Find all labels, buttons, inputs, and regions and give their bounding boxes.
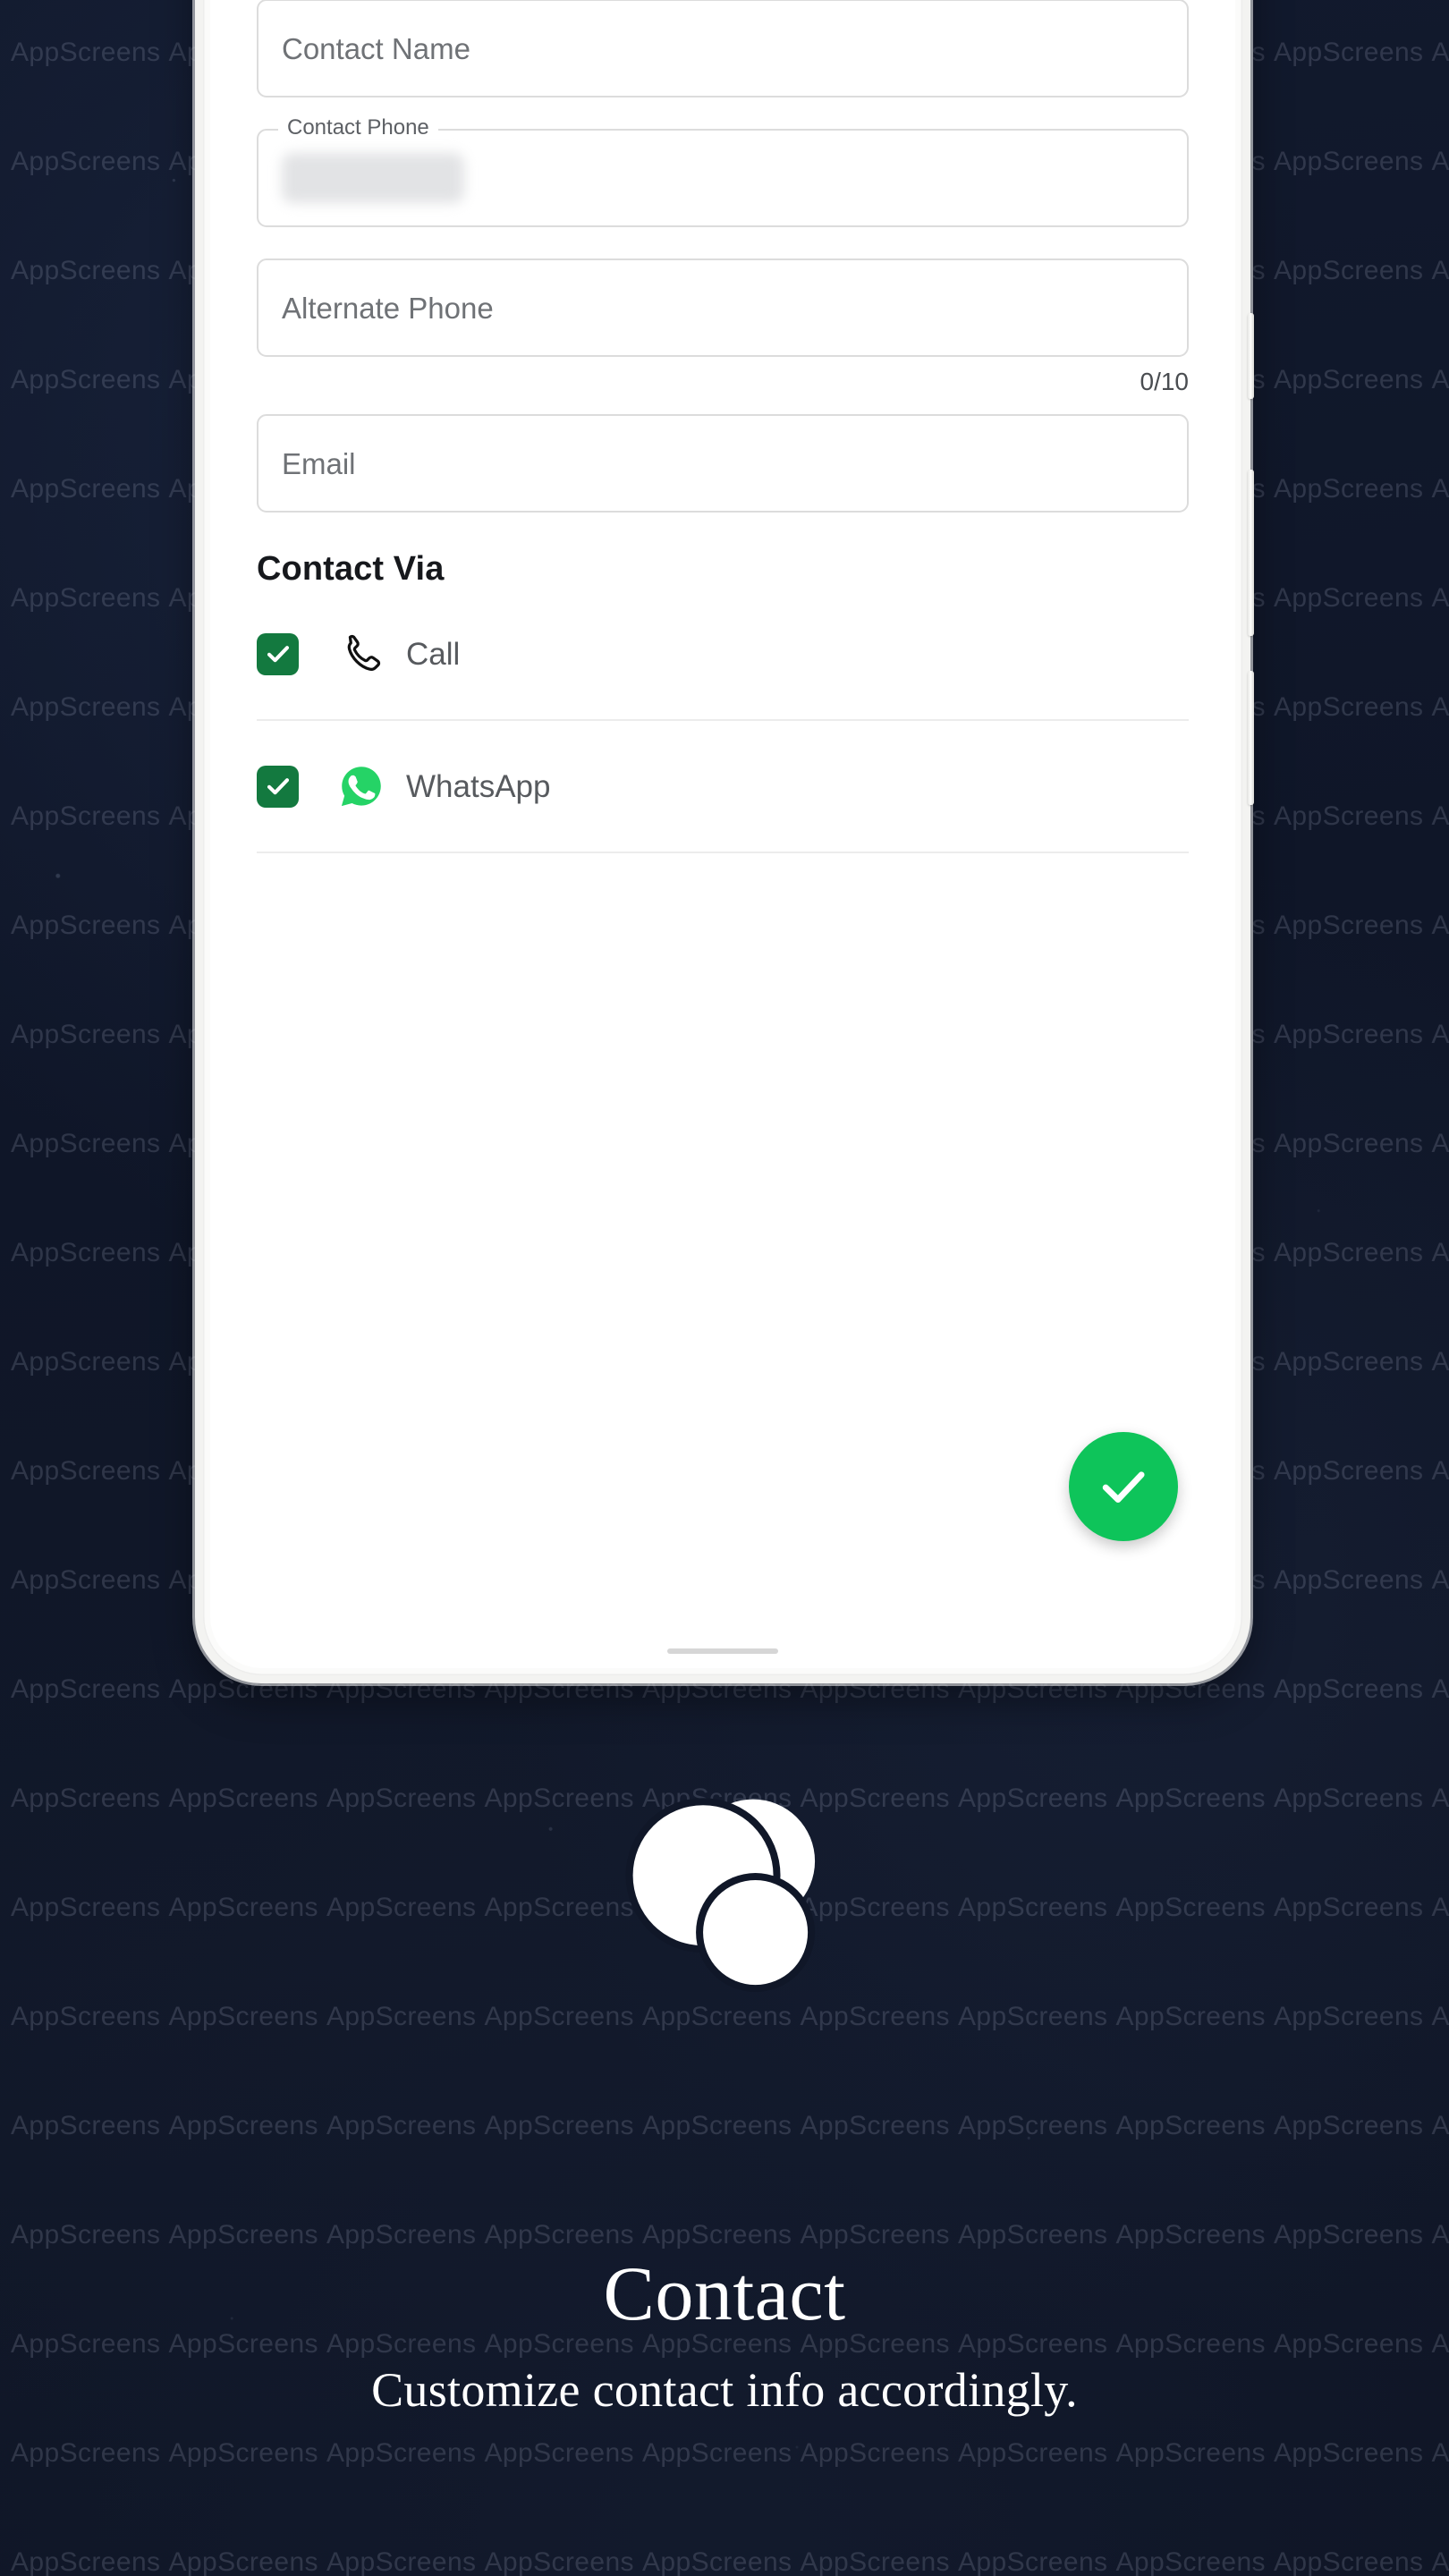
whatsapp-label: WhatsApp <box>406 768 551 804</box>
contact-via-option-call[interactable]: Call <box>257 589 1189 721</box>
phone-mockup: Contact Name Contact Phone Alternate Pho… <box>195 0 1254 1683</box>
alternate-phone-field[interactable]: Alternate Phone <box>257 258 1189 357</box>
contact-name-placeholder: Contact Name <box>282 31 470 65</box>
brand-logo <box>606 1775 843 2013</box>
caption-subtitle: Customize contact info accordingly. <box>371 2363 1078 2418</box>
check-icon <box>1102 1471 1145 1504</box>
phone-call-icon <box>336 631 386 677</box>
caption-block: Contact Customize contact info according… <box>0 2250 1449 2418</box>
submit-fab-button[interactable] <box>1069 1432 1178 1541</box>
contact-phone-value-redacted <box>282 153 464 203</box>
alternate-phone-placeholder: Alternate Phone <box>282 291 494 325</box>
whatsapp-checkbox[interactable] <box>257 765 299 808</box>
call-label: Call <box>406 636 461 672</box>
phone-volume-down-button[interactable] <box>1248 470 1254 636</box>
contact-form: Contact Name Contact Phone Alternate Pho… <box>210 0 1235 853</box>
phone-power-button[interactable] <box>1248 671 1254 805</box>
whatsapp-icon <box>336 763 386 809</box>
phone-screen: Contact Name Contact Phone Alternate Pho… <box>210 0 1235 1668</box>
contact-phone-field[interactable]: Contact Phone <box>257 117 1189 227</box>
contact-name-field[interactable]: Contact Name <box>257 0 1189 97</box>
call-checkbox[interactable] <box>257 632 299 675</box>
contact-via-option-whatsapp[interactable]: WhatsApp <box>257 721 1189 853</box>
alternate-phone-counter: 0/10 <box>1140 368 1190 395</box>
contact-phone-label: Contact Phone <box>278 117 438 139</box>
caption-title: Contact <box>603 2250 846 2336</box>
email-placeholder: Email <box>282 446 356 480</box>
email-field[interactable]: Email <box>257 414 1189 513</box>
home-indicator <box>667 1648 778 1654</box>
phone-volume-up-button[interactable] <box>1248 313 1254 399</box>
contact-via-heading: Contact Via <box>257 550 445 588</box>
